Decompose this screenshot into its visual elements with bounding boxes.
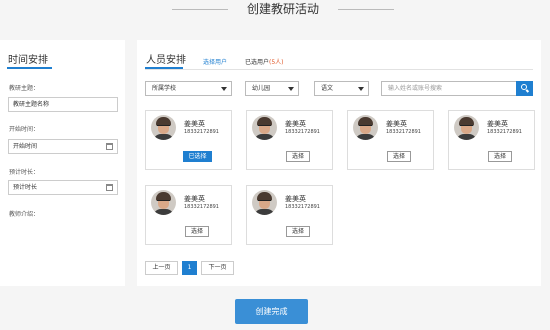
- duration-label: 预计时长：: [9, 169, 40, 176]
- topic-label: 教研主题：: [9, 85, 40, 92]
- tab-selected-users-label: 已选用户: [245, 59, 270, 66]
- user-phone: 18332172891: [285, 204, 320, 210]
- user-phone: 18332172891: [184, 129, 219, 135]
- grade-select[interactable]: 幼儿园: [245, 81, 299, 96]
- select-button[interactable]: 选择: [488, 151, 512, 162]
- user-phone: 18332172891: [386, 129, 421, 135]
- chevron-down-icon: [358, 87, 364, 91]
- select-button[interactable]: 选择: [185, 226, 209, 237]
- tab-select-users[interactable]: 选择用户: [203, 57, 227, 66]
- time-panel: 时间安排 教研主题： 教研主题名称 开始时间： 开始时间 预计时长： 预计时长 …: [0, 40, 125, 286]
- page-header: 创建教研活动: [0, 0, 550, 34]
- page-title: 创建教研活动: [246, 2, 319, 16]
- user-card: 姜美英 18332172891 选择: [448, 110, 535, 170]
- school-select[interactable]: 所属学校: [145, 81, 232, 96]
- user-name: 姜美英: [386, 120, 407, 128]
- selected-count: (5人): [269, 59, 284, 66]
- user-card: 姜美英 18332172891 选择: [145, 185, 232, 245]
- time-panel-title: 时间安排: [8, 55, 48, 66]
- select-button[interactable]: 选择: [387, 151, 411, 162]
- user-card: 姜美英 18332172891 选择: [246, 185, 333, 245]
- select-button[interactable]: 选择: [286, 151, 310, 162]
- staff-panel: 人员安排 选择用户 已选用户(5人) 所属学校 幼儿园 语文 输入姓名或账号搜索…: [137, 40, 541, 286]
- avatar: [151, 190, 176, 215]
- duration-input[interactable]: 预计时长: [8, 180, 118, 195]
- search-button[interactable]: [516, 81, 533, 96]
- user-card: 姜美英 18332172891 选择: [246, 110, 333, 170]
- user-card: 姜美英 18332172891 已选择: [145, 110, 232, 170]
- user-card: 姜美英 18332172891 选择: [347, 110, 434, 170]
- chevron-down-icon: [288, 87, 294, 91]
- select-button[interactable]: 选择: [286, 226, 310, 237]
- calendar-icon[interactable]: [106, 184, 113, 191]
- user-name: 姜美英: [487, 120, 508, 128]
- start-time-value: 开始时间: [13, 143, 38, 150]
- selected-button[interactable]: 已选择: [183, 151, 212, 162]
- teacher-intro-label: 教师介绍：: [9, 211, 40, 218]
- duration-value: 预计时长: [13, 184, 38, 191]
- avatar: [252, 115, 277, 140]
- time-panel-underline: [7, 67, 52, 69]
- staff-panel-title: 人员安排: [146, 55, 186, 66]
- next-page-button[interactable]: 下一页: [201, 261, 234, 275]
- school-select-value: 所属学校: [152, 85, 177, 92]
- user-phone: 18332172891: [285, 129, 320, 135]
- header-divider-right: [338, 9, 394, 10]
- subject-select-value: 语文: [321, 85, 334, 92]
- create-complete-button[interactable]: 创建完成: [235, 299, 308, 324]
- grade-select-value: 幼儿园: [252, 85, 271, 92]
- chevron-down-icon: [221, 87, 227, 91]
- search-input[interactable]: 输入姓名或账号搜索: [381, 81, 517, 96]
- user-name: 姜美英: [285, 120, 306, 128]
- avatar: [252, 190, 277, 215]
- user-phone: 18332172891: [184, 204, 219, 210]
- tabs-divider: [145, 69, 533, 70]
- avatar: [454, 115, 479, 140]
- header-divider-left: [172, 9, 228, 10]
- user-name: 姜美英: [285, 195, 306, 203]
- calendar-icon[interactable]: [106, 143, 113, 150]
- user-name: 姜美英: [184, 195, 205, 203]
- tab-selected-users[interactable]: 已选用户(5人): [245, 57, 284, 66]
- avatar: [353, 115, 378, 140]
- user-phone: 18332172891: [487, 129, 522, 135]
- page-1-button[interactable]: 1: [182, 261, 197, 275]
- prev-page-button[interactable]: 上一页: [145, 261, 178, 275]
- subject-select[interactable]: 语文: [314, 81, 369, 96]
- start-time-label: 开始时间：: [9, 126, 40, 133]
- user-name: 姜美英: [184, 120, 205, 128]
- avatar: [151, 115, 176, 140]
- topic-input[interactable]: 教研主题名称: [8, 97, 118, 112]
- start-time-input[interactable]: 开始时间: [8, 139, 118, 154]
